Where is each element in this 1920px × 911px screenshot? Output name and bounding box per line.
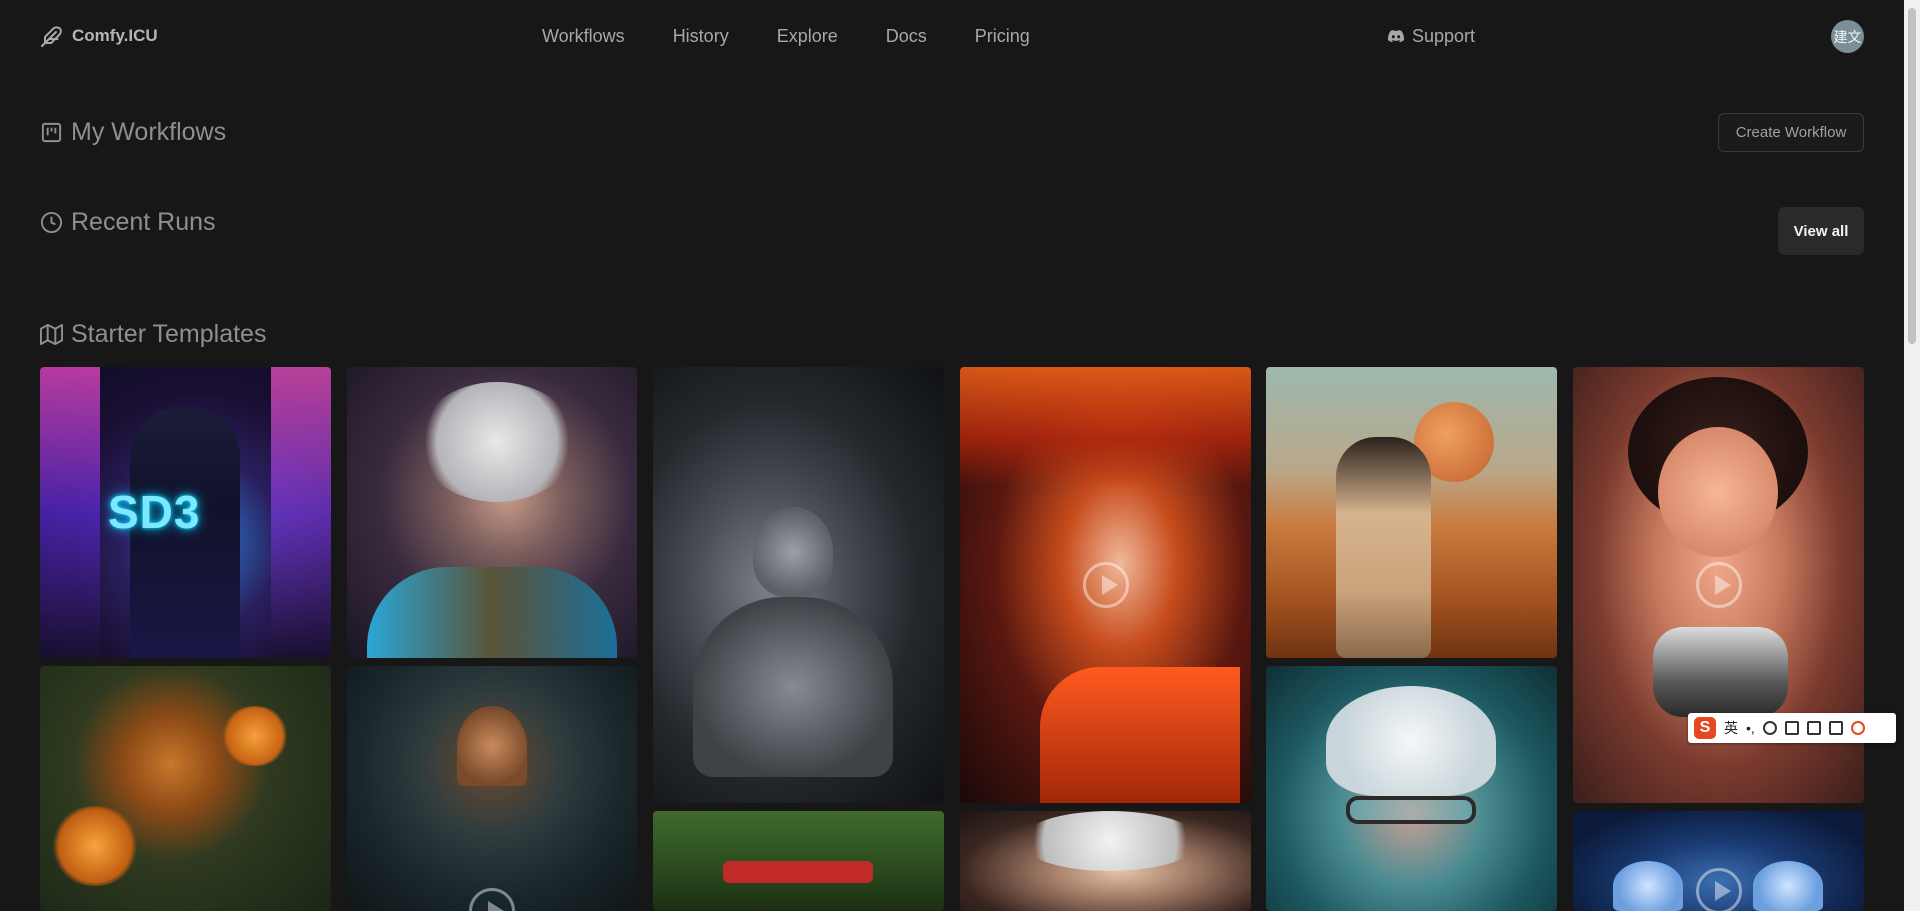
recent-runs-title: Recent Runs <box>71 208 216 236</box>
play-icon <box>1695 868 1742 911</box>
tile-mars-astronaut[interactable] <box>1266 367 1557 658</box>
nav-workflows[interactable]: Workflows <box>542 24 625 48</box>
create-workflow-button[interactable]: Create Workflow <box>1718 113 1864 152</box>
my-workflows-title: My Workflows <box>71 118 227 146</box>
punctuation-icon[interactable]: •, <box>1746 720 1755 736</box>
tile-stone-buddha[interactable] <box>653 367 944 803</box>
tile-einstein-portrait[interactable] <box>347 367 637 658</box>
feather-icon <box>41 26 62 47</box>
tile-white-hair-glasses[interactable] <box>1266 666 1557 911</box>
play-icon <box>1695 562 1742 608</box>
tile-headband-man[interactable] <box>653 811 944 911</box>
tile-elder-face[interactable] <box>960 811 1251 911</box>
keyboard-icon[interactable] <box>1784 721 1799 735</box>
logo-text: Comfy.ICU <box>72 26 158 45</box>
kanban-icon <box>41 122 62 143</box>
play-icon <box>469 888 515 911</box>
clock-icon <box>40 211 63 234</box>
nav-docs[interactable]: Docs <box>886 24 927 48</box>
top-navbar: Comfy.ICU Workflows History Explore Docs… <box>0 0 1904 72</box>
avatar[interactable]: 建文 <box>1831 20 1864 53</box>
scrollbar-thumb[interactable] <box>1908 8 1916 344</box>
ime-mode-toggle[interactable]: 英 <box>1724 718 1738 738</box>
nav-history[interactable]: History <box>673 24 729 48</box>
ime-toolbar: S 英 •, <box>1688 713 1896 743</box>
tile-neon-girl-sd3[interactable]: SD3 <box>40 367 331 658</box>
mascot-icon[interactable] <box>1850 721 1865 735</box>
starter-templates-heading: Starter Templates <box>40 320 266 349</box>
tile-sd3-text: SD3 <box>108 486 201 538</box>
sogou-logo-icon[interactable]: S <box>1694 717 1716 739</box>
tile-jellyfish[interactable] <box>1573 811 1864 911</box>
tile-dragon-queen[interactable] <box>347 666 637 911</box>
main-nav: Workflows History Explore Docs Pricing <box>542 24 1030 48</box>
my-workflows-heading: My Workflows <box>40 118 226 147</box>
recent-runs-heading: Recent Runs <box>40 208 216 237</box>
tile-anime-girl-flames[interactable] <box>960 367 1251 803</box>
view-all-button[interactable]: View all <box>1778 207 1864 255</box>
logo[interactable]: Comfy.ICU <box>40 24 158 48</box>
starter-templates-title: Starter Templates <box>71 320 267 348</box>
grid-icon[interactable] <box>1828 721 1843 735</box>
shirt-icon[interactable] <box>1806 721 1821 735</box>
map-icon <box>40 323 63 346</box>
support-label: Support <box>1412 26 1476 46</box>
play-icon <box>1082 562 1129 608</box>
microphone-icon[interactable] <box>1762 721 1777 735</box>
support-link[interactable]: Support <box>1388 24 1475 48</box>
nav-pricing[interactable]: Pricing <box>975 24 1030 48</box>
page-scrollbar[interactable] <box>1904 0 1920 911</box>
discord-icon <box>1388 30 1404 43</box>
tile-tiger-lilies[interactable] <box>40 666 331 911</box>
nav-explore[interactable]: Explore <box>777 24 838 48</box>
